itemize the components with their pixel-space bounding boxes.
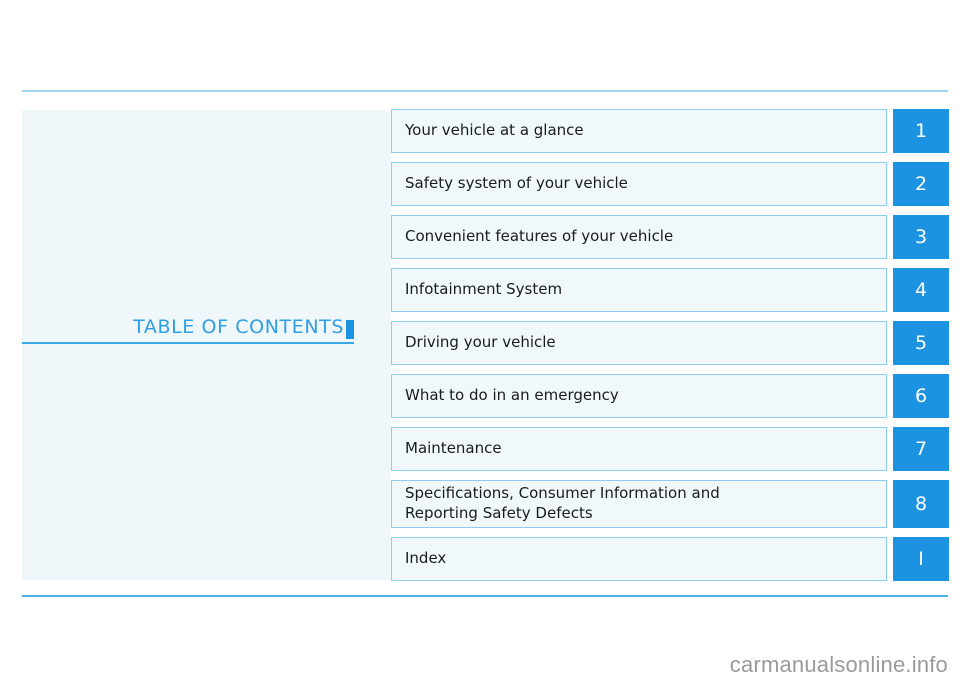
toc-entry-label: Safety system of your vehicle xyxy=(405,174,628,193)
toc-entry-label: Maintenance xyxy=(405,439,502,458)
toc-entry-index[interactable]: Index I xyxy=(391,536,950,581)
toc-entry-badge[interactable]: I xyxy=(893,536,949,581)
toc-entry-badge[interactable]: 6 xyxy=(893,374,949,418)
toc-entry-box[interactable]: Your vehicle at a glance xyxy=(391,109,887,153)
toc-entry-badge-label: 7 xyxy=(914,438,928,460)
left-tinted-panel xyxy=(22,110,391,580)
toc-entry-5[interactable]: Driving your vehicle 5 xyxy=(391,321,950,365)
toc-entry-label: Driving your vehicle xyxy=(405,333,556,352)
toc-entry-badge-label: 3 xyxy=(914,226,928,248)
page-title: TABLE OF CONTENTS xyxy=(133,316,344,338)
table-of-contents-list: Your vehicle at a glance 1 Safety system… xyxy=(391,109,950,581)
toc-entry-1[interactable]: Your vehicle at a glance 1 xyxy=(391,109,950,153)
toc-entry-label: Your vehicle at a glance xyxy=(405,121,584,140)
top-divider-rule xyxy=(22,90,948,92)
toc-entry-badge[interactable]: 5 xyxy=(893,321,949,365)
toc-entry-box[interactable]: What to do in an emergency xyxy=(391,374,887,418)
toc-entry-label: Infotainment System xyxy=(405,280,563,299)
toc-entry-7[interactable]: Maintenance 7 xyxy=(391,427,950,471)
toc-entry-badge[interactable]: 7 xyxy=(893,427,949,471)
toc-entry-badge[interactable]: 3 xyxy=(893,215,949,259)
toc-entry-4[interactable]: Infotainment System 4 xyxy=(391,268,950,312)
toc-entry-box[interactable]: Specifications, Consumer Information and… xyxy=(391,480,887,528)
toc-entry-badge[interactable]: 1 xyxy=(893,109,949,153)
toc-entry-box[interactable]: Index xyxy=(391,536,887,581)
toc-entry-badge-label: 1 xyxy=(914,120,928,142)
toc-entry-box[interactable]: Safety system of your vehicle xyxy=(391,162,887,206)
toc-entry-label: What to do in an emergency xyxy=(405,386,619,405)
toc-entry-badge-label: I xyxy=(918,547,924,570)
toc-entry-2[interactable]: Safety system of your vehicle 2 xyxy=(391,162,950,206)
toc-entry-badge[interactable]: 4 xyxy=(893,268,949,312)
table-of-contents-heading: TABLE OF CONTENTS xyxy=(22,312,354,344)
toc-entry-label: Specifications, Consumer Information and… xyxy=(405,484,720,522)
toc-entry-badge-label: 5 xyxy=(914,332,928,354)
manual-toc-page: TABLE OF CONTENTS Your vehicle at a glan… xyxy=(0,0,960,689)
toc-entry-6[interactable]: What to do in an emergency 6 xyxy=(391,374,950,418)
site-watermark: carmanualsonline.info xyxy=(729,652,948,677)
toc-entry-box[interactable]: Maintenance xyxy=(391,427,887,471)
toc-entry-box[interactable]: Infotainment System xyxy=(391,268,887,312)
toc-entry-label: Index xyxy=(405,548,447,567)
toc-entry-badge[interactable]: 8 xyxy=(893,480,949,528)
toc-entry-box[interactable]: Convenient features of your vehicle xyxy=(391,215,887,259)
toc-entry-badge-label: 8 xyxy=(914,492,928,515)
heading-square-marker-icon xyxy=(346,320,354,339)
toc-entry-badge[interactable]: 2 xyxy=(893,162,949,206)
heading-underline xyxy=(22,342,354,344)
toc-entry-badge-label: 2 xyxy=(914,173,928,195)
toc-entry-badge-label: 4 xyxy=(914,279,928,301)
toc-entry-3[interactable]: Convenient features of your vehicle 3 xyxy=(391,215,950,259)
toc-entry-box[interactable]: Driving your vehicle xyxy=(391,321,887,365)
bottom-divider-rule xyxy=(22,595,948,597)
toc-entry-8[interactable]: Specifications, Consumer Information and… xyxy=(391,480,950,528)
toc-entry-badge-label: 6 xyxy=(914,385,928,407)
toc-entry-label: Convenient features of your vehicle xyxy=(405,227,674,246)
